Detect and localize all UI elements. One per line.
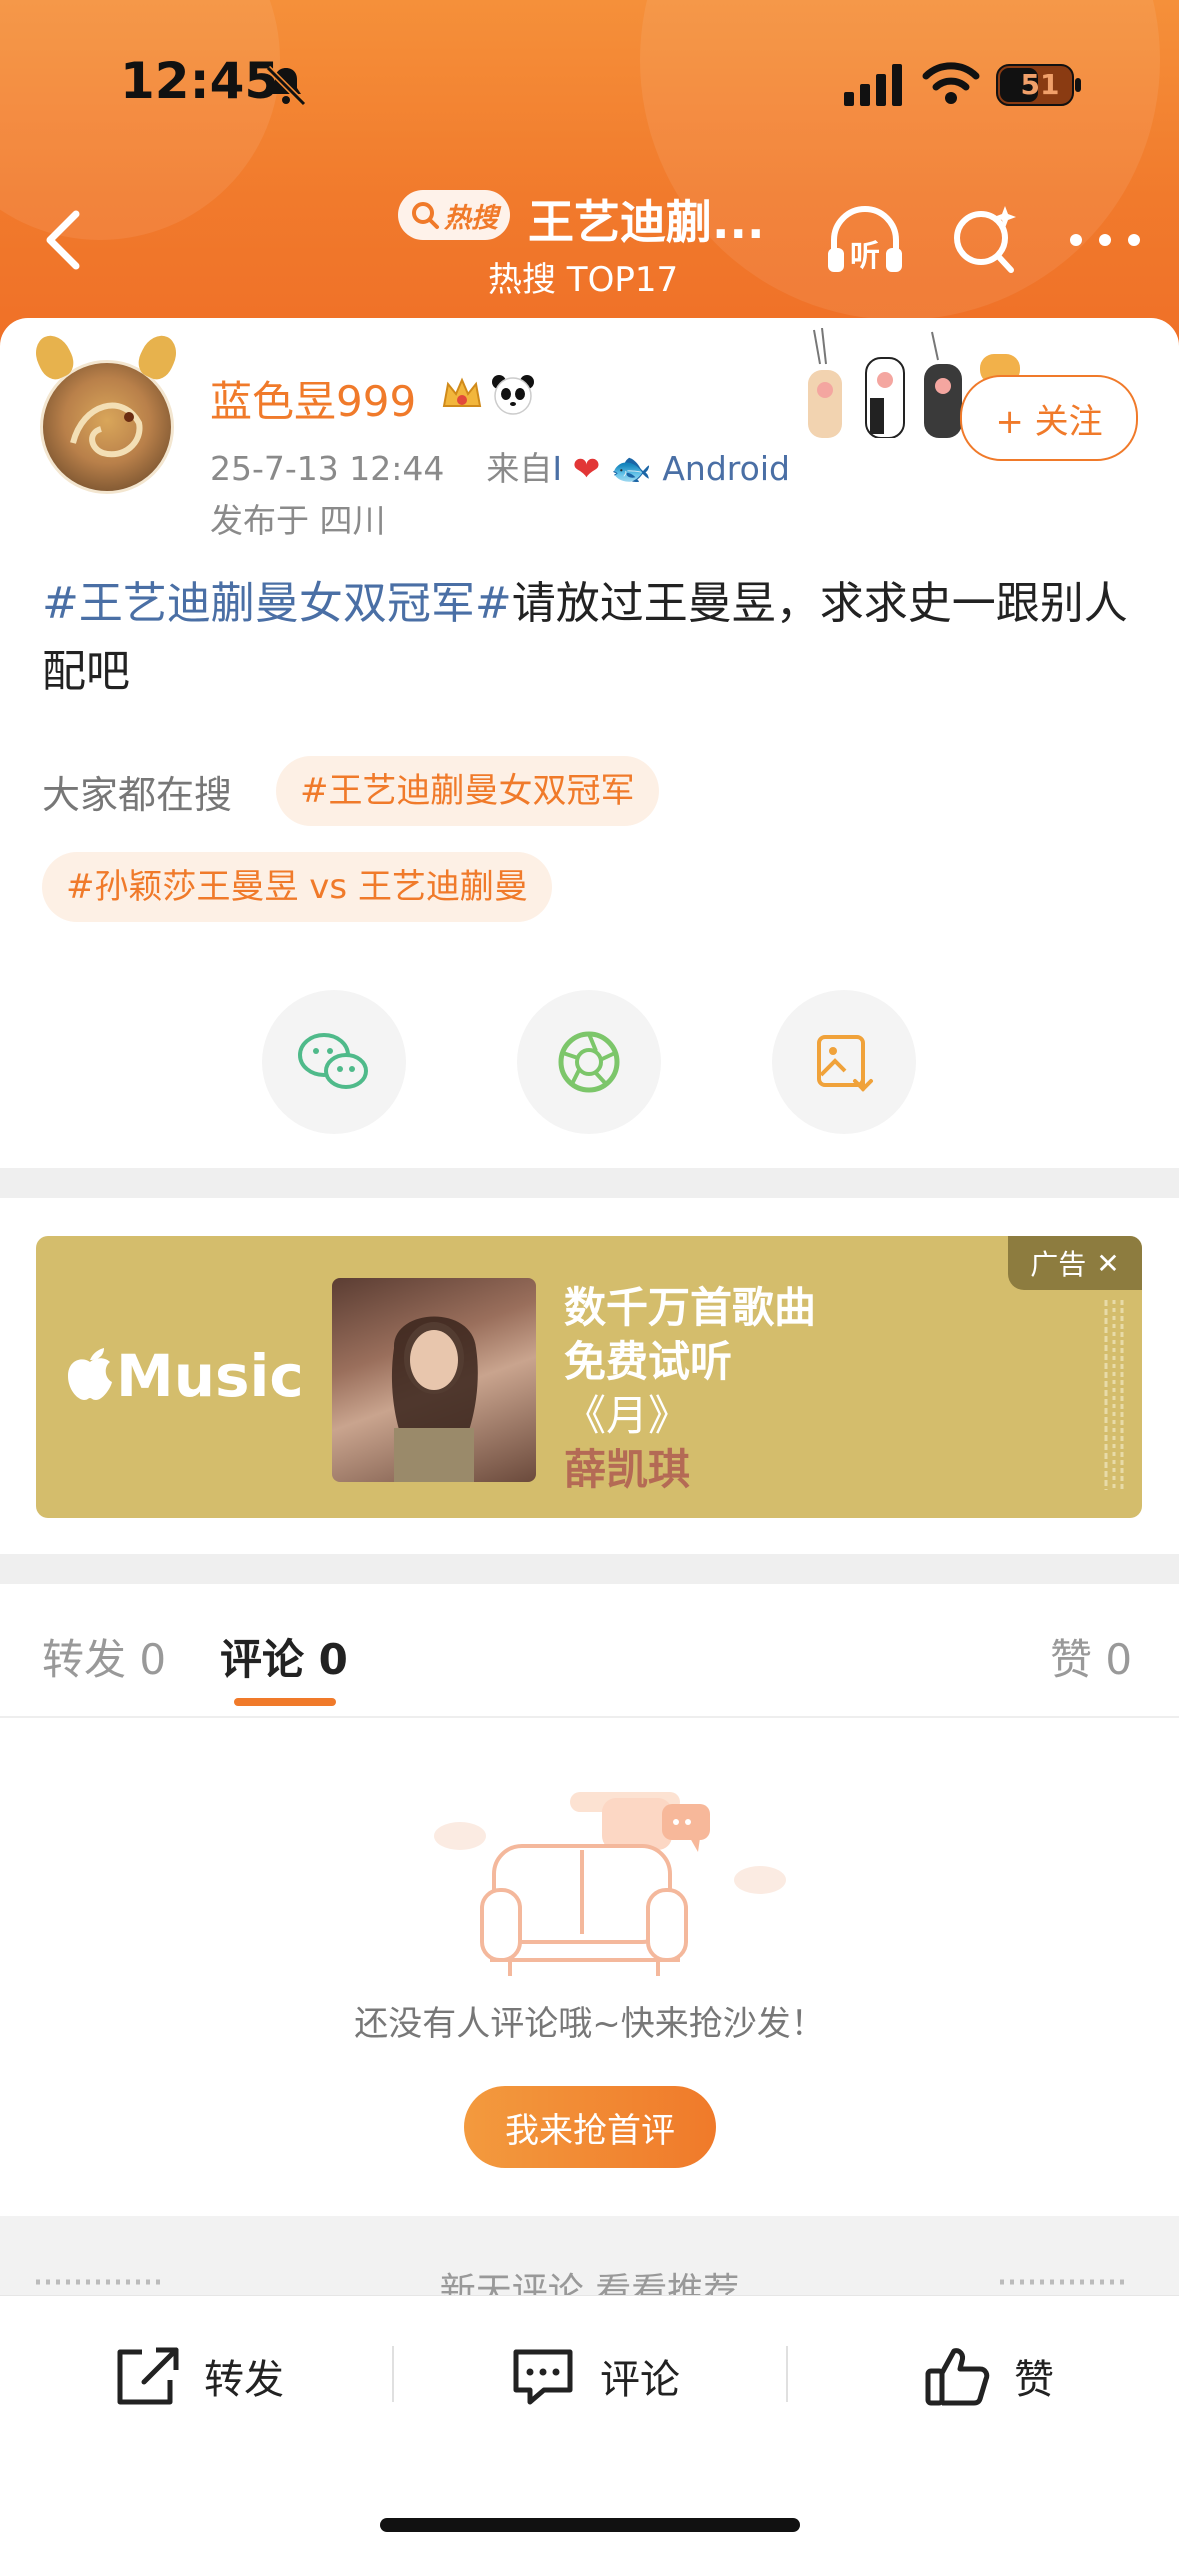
ad-brand: Music: [116, 1342, 304, 1410]
tab-repost[interactable]: 转发 0: [42, 1626, 166, 1687]
page-title: 王艺迪蒯...: [528, 195, 765, 249]
avatar[interactable]: [29, 329, 183, 494]
tabs-divider: [0, 1716, 1179, 1718]
ad-song-title: 《月》: [564, 1391, 691, 1440]
apple-icon: [68, 1348, 112, 1400]
wifi-icon: [922, 62, 980, 104]
post-date: 25-7-13 12:44: [210, 449, 445, 488]
hot-badge-label: 热搜: [444, 202, 498, 234]
username[interactable]: 蓝色昱999: [210, 368, 416, 429]
section-divider: [0, 1168, 1179, 1198]
ad-disclaimer-text: [1104, 1300, 1124, 1490]
page-subtitle: 热搜 TOP17: [488, 260, 679, 300]
bell-off-icon: [265, 65, 307, 107]
repost-button[interactable]: 转发: [112, 2336, 284, 2416]
home-indicator: [380, 2518, 800, 2532]
trending-label: 大家都在搜: [42, 773, 233, 817]
wechat-icon: [298, 1033, 368, 1089]
comment-icon: [513, 2349, 573, 2405]
empty-comments-text: 还没有人评论哦~快来抢沙发！: [354, 2004, 825, 2044]
moments-aperture-icon: [558, 1031, 620, 1093]
share-moments-button[interactable]: [517, 990, 661, 1134]
follow-button[interactable]: + 关注: [960, 375, 1138, 461]
battery-level: 51: [1020, 68, 1060, 101]
back-button[interactable]: [30, 200, 100, 280]
listen-label: 听: [850, 239, 880, 274]
signal-icon: [844, 64, 902, 106]
post-body: #王艺迪蒯曼女双冠军#请放过王曼昱，求求史一跟别人配吧: [42, 570, 1142, 706]
bottom-action-bar: [0, 2296, 1179, 2556]
thumbs-up-icon: [925, 2348, 990, 2406]
ad-subheadline: 免费试听: [564, 1337, 733, 1386]
save-image-button[interactable]: [772, 990, 916, 1134]
sofa-illustration: [434, 1792, 786, 1976]
share-icon: [117, 2347, 179, 2405]
crown-badge-icon: [442, 377, 482, 407]
post-meta: 25-7-13 12:44 来自I ❤ 🐟 Android: [210, 449, 790, 488]
post-location: 发布于 四川: [210, 501, 386, 540]
post-hashtag-link[interactable]: #王艺迪蒯曼女双冠军#: [42, 578, 512, 629]
fish-icon: 🐟: [610, 449, 652, 488]
comment-button[interactable]: 评论: [508, 2336, 680, 2416]
album-cover: [332, 1278, 536, 1482]
image-download-icon: [817, 1035, 873, 1092]
share-wechat-button[interactable]: [262, 990, 406, 1134]
comment-label: 评论: [600, 2357, 680, 2403]
tab-comment[interactable]: 评论 0: [220, 1626, 348, 1687]
hot-search-badge[interactable]: 热搜: [398, 190, 510, 240]
section-divider: [0, 1554, 1179, 1584]
ad-headline: 数千万首歌曲: [564, 1283, 817, 1332]
like-button[interactable]: 赞: [922, 2336, 1054, 2416]
like-label: 赞: [1014, 2357, 1054, 2403]
post-source-device[interactable]: Android: [662, 449, 790, 488]
post-source-prefix: 来自: [486, 449, 553, 488]
repost-label: 转发: [204, 2357, 284, 2403]
dragon-avatar-icon: [70, 402, 143, 458]
ad-close-badge[interactable]: 广告 ✕: [1008, 1236, 1142, 1290]
panda-badge-icon: [492, 375, 534, 415]
search-button[interactable]: [945, 200, 1025, 280]
active-tab-indicator: [234, 1698, 336, 1706]
trending-chip[interactable]: #孙颖莎王曼昱 vs 王艺迪蒯曼: [42, 852, 552, 922]
apple-music-logo: Music: [64, 1342, 304, 1410]
tab-like[interactable]: 赞 0: [1050, 1626, 1132, 1687]
status-time: 12:45: [120, 52, 280, 110]
first-comment-button[interactable]: 我来抢首评: [464, 2086, 716, 2168]
heart-icon: ❤: [572, 449, 601, 488]
ad-artist-name: 薛凯琪: [564, 1445, 691, 1494]
search-icon: [412, 202, 439, 229]
more-options-button[interactable]: [1060, 210, 1150, 270]
bar-divider: [786, 2346, 788, 2402]
close-icon[interactable]: ✕: [1096, 1247, 1119, 1280]
headphones-listen-button[interactable]: 听: [820, 200, 910, 280]
trending-chip[interactable]: #王艺迪蒯曼女双冠军: [276, 756, 659, 826]
bar-divider: [392, 2346, 394, 2402]
artist-photo: [391, 1316, 478, 1482]
ad-badge-label: 广告: [1030, 1248, 1087, 1281]
